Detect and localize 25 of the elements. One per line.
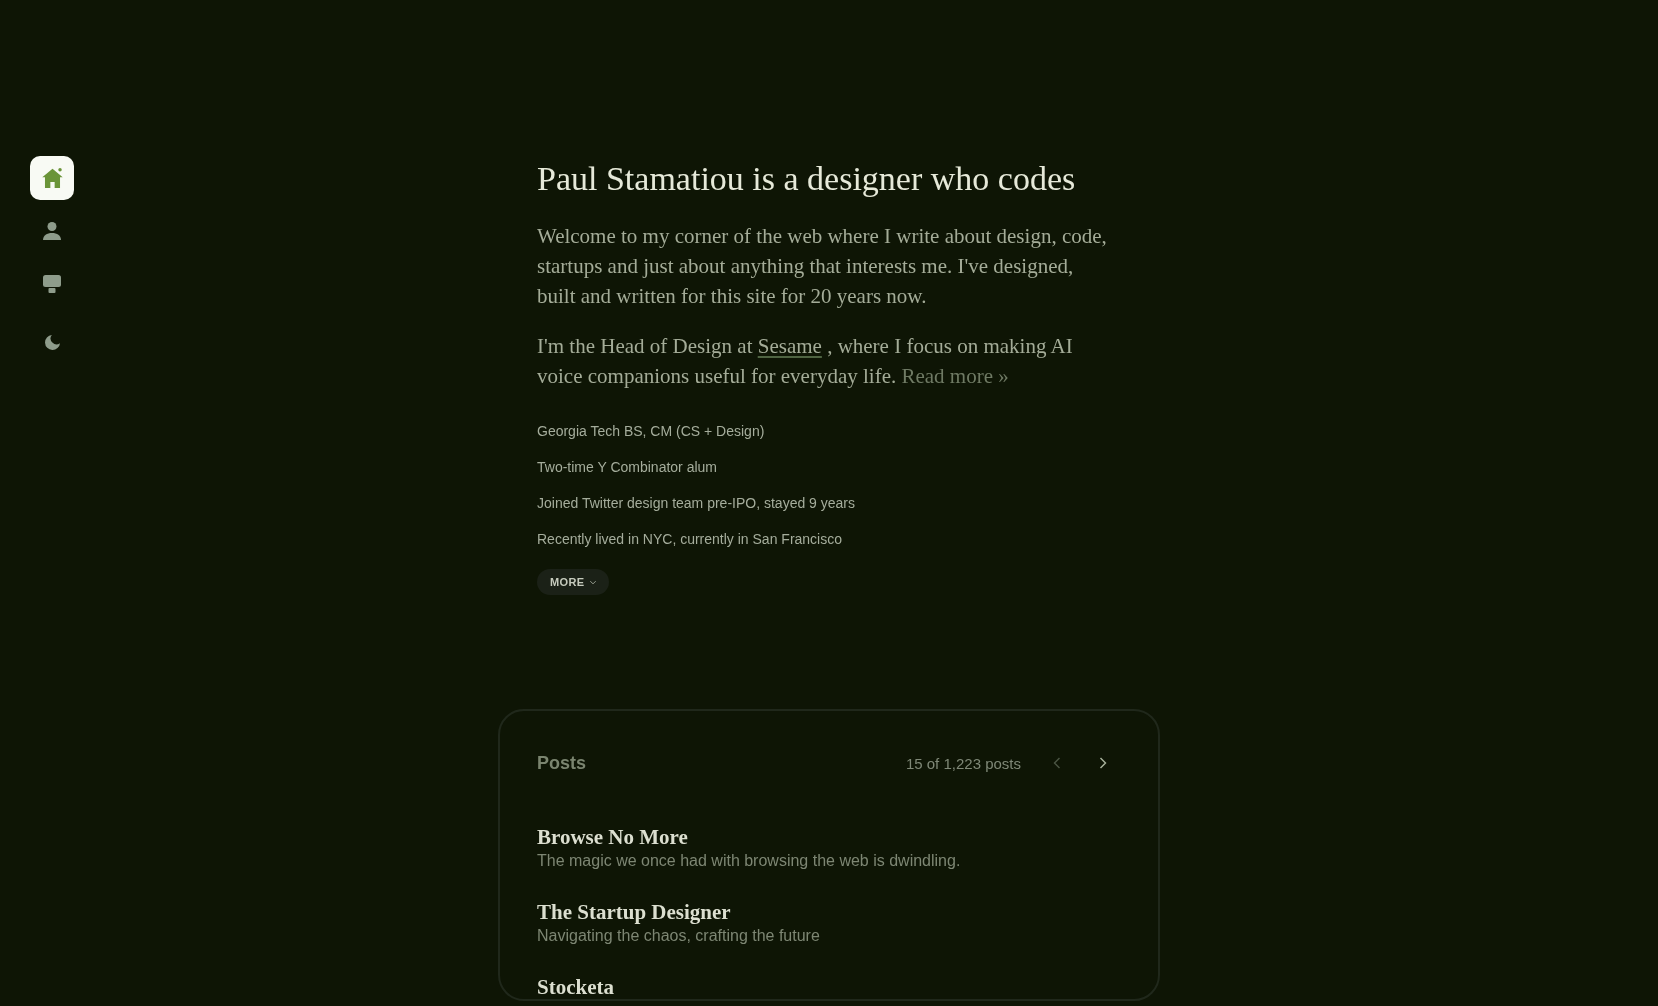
moon-icon	[44, 334, 60, 350]
fact-item: Two-time Y Combinator alum	[537, 458, 717, 477]
post-description: The magic we once had with browsing the web is dwindling.	[537, 851, 961, 871]
fact-item: Joined Twitter design team pre-IPO, stayed 9 years	[537, 494, 855, 513]
chevron-down-icon	[589, 579, 598, 585]
post-title-link[interactable]: Browse No More	[537, 825, 688, 849]
page-heading: Paul Stamatiou is a designer who codes	[537, 159, 1077, 198]
monitor-icon	[43, 275, 61, 293]
more-button[interactable]: MORE	[537, 569, 610, 595]
post-description: Navigating the chaos, crafting the future	[537, 926, 820, 946]
fact-item: Recently lived in NYC, currently in San Francisco	[537, 530, 842, 549]
post-title-link[interactable]: The Startup Designer	[537, 900, 731, 924]
inline-link[interactable]: Sesame	[757, 334, 822, 358]
intro-paragraph: Welcome to my corner of the web where I write about design, code, startups and just about anything that interests me. I've designed, built and written for this site for 20 years now.	[537, 223, 1108, 310]
chevron-left-icon	[1053, 756, 1061, 770]
read-more-link[interactable]: Read more »	[901, 364, 1009, 388]
home-icon	[41, 168, 63, 188]
fact-item: Georgia Tech BS, CM (CS + Design)	[537, 422, 765, 441]
post-title-link[interactable]: Stocketa	[537, 975, 614, 999]
person-icon	[43, 222, 61, 240]
posts-heading: Posts	[537, 752, 587, 774]
intro-paragraph: I'm the Head of Design at Sesame , where I focus on making AI voice companions useful for everyday life. Read more »	[537, 333, 1074, 390]
post-count: 15 of 1,223 posts	[905, 754, 1021, 772]
chevron-right-icon	[1099, 756, 1107, 770]
sidebar-nav-button[interactable]	[30, 156, 74, 200]
